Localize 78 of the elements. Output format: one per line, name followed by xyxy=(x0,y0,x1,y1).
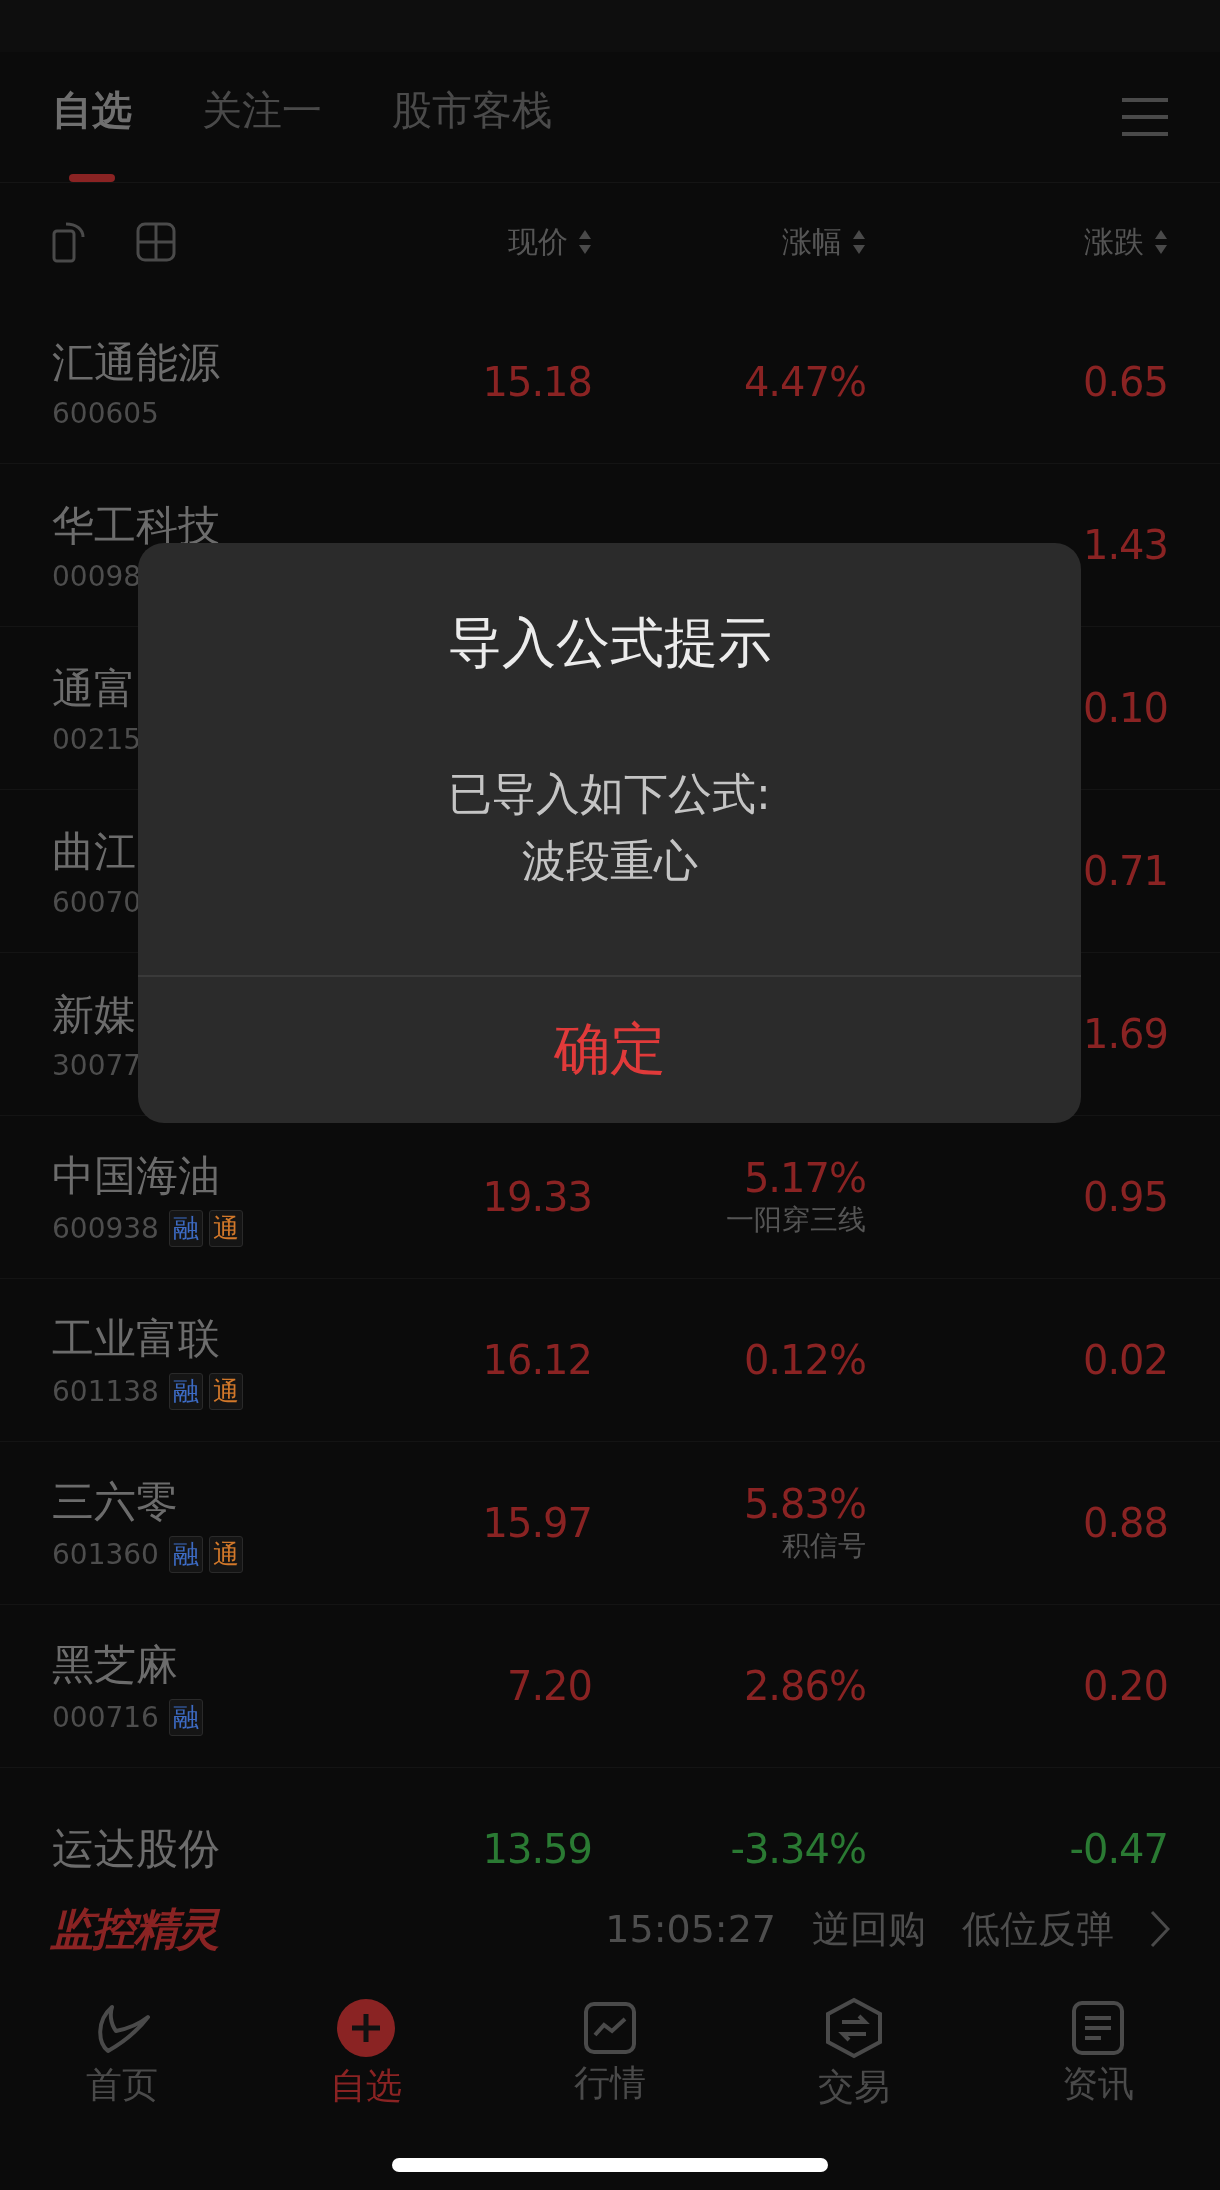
stock-name: 曲江 xyxy=(52,825,137,878)
signal-label: 一阳穿三线 xyxy=(726,1202,866,1238)
nav-tab[interactable]: 行情 xyxy=(574,2058,646,2108)
column-header[interactable]: 现价 xyxy=(508,221,568,263)
dialog-message: 已导入如下公式: xyxy=(448,766,771,821)
rotate-phone-icon[interactable] xyxy=(52,221,86,263)
tab[interactable]: 股市客栈 xyxy=(392,53,552,182)
stock-name: 三六零 xyxy=(52,1475,179,1528)
column-header[interactable]: 涨跌 xyxy=(1084,221,1144,263)
tag: 融 xyxy=(168,1209,203,1247)
chart-icon xyxy=(583,2000,637,2055)
change-percent: 5.17% xyxy=(743,1155,866,1201)
change-amount: 0.10 xyxy=(1082,685,1168,731)
stock-code: 000716 xyxy=(52,1700,159,1734)
tag: 融 xyxy=(168,1535,203,1573)
nav-tab[interactable]: 自选 xyxy=(330,2061,402,2111)
stock-name: 汇通能源 xyxy=(52,336,221,389)
stock-code: 600605 xyxy=(52,396,159,430)
stock-code: 601138 xyxy=(52,1374,159,1408)
stock-code: 600938 xyxy=(52,1211,159,1245)
change-amount: 0.65 xyxy=(1082,359,1168,405)
alert-label: 逆回购 xyxy=(812,1905,926,1953)
change-percent: 5.83% xyxy=(743,1481,866,1527)
change-amount: 1.69 xyxy=(1082,1011,1168,1057)
price: 16.12 xyxy=(482,1337,592,1383)
price: 7.20 xyxy=(506,1663,592,1709)
price: 15.97 xyxy=(482,1500,592,1546)
chevron-right-icon[interactable] xyxy=(1150,1910,1170,1948)
exchange-icon xyxy=(825,1996,883,2059)
change-percent: 2.86% xyxy=(743,1663,866,1709)
stock-code: 00215 xyxy=(52,722,142,756)
change-percent: 0.12% xyxy=(743,1337,866,1383)
tag: 通 xyxy=(208,1209,243,1247)
tag: 通 xyxy=(208,1535,243,1573)
document-icon xyxy=(1071,1999,1125,2056)
price: 19.33 xyxy=(482,1174,592,1220)
stock-code: 00098 xyxy=(52,559,142,593)
stock-name: 中国海油 xyxy=(52,1149,221,1202)
sort-icon xyxy=(852,228,866,256)
tab[interactable]: 关注一 xyxy=(202,53,322,182)
nav-tab[interactable]: 交易 xyxy=(818,2062,890,2112)
stock-name: 工业富联 xyxy=(52,1312,221,1365)
plus-circle-icon xyxy=(336,1997,396,2058)
tag: 融 xyxy=(168,1372,203,1410)
tag: 通 xyxy=(208,1372,243,1410)
alert-time: 15:05:27 xyxy=(605,1907,776,1951)
tag: 融 xyxy=(168,1698,203,1736)
menu-icon[interactable] xyxy=(1122,97,1168,137)
nav-tab[interactable]: 资讯 xyxy=(1062,2059,1134,2109)
nav-tab[interactable]: 首页 xyxy=(86,2060,158,2110)
alert-label: 低位反弹 xyxy=(962,1905,1114,1953)
stock-code: 601360 xyxy=(52,1537,159,1571)
stock-name: 黑芝麻 xyxy=(52,1638,179,1691)
change-percent: 4.47% xyxy=(743,359,866,405)
change-amount: 0.71 xyxy=(1082,848,1168,894)
sort-icon xyxy=(1154,228,1168,256)
change-amount: 0.20 xyxy=(1082,1663,1168,1709)
change-percent: -3.34% xyxy=(730,1826,866,1872)
stock-name: 新媒 xyxy=(52,988,137,1041)
column-header[interactable]: 涨幅 xyxy=(782,221,842,263)
confirm-button[interactable]: 确定 xyxy=(138,975,1081,1123)
tab[interactable]: 自选 xyxy=(52,53,132,182)
signal-label: 积信号 xyxy=(782,1528,866,1564)
price: 13.59 xyxy=(482,1826,592,1872)
dialog-title: 导入公式提示 xyxy=(446,610,773,676)
change-amount: 0.02 xyxy=(1082,1337,1168,1383)
change-amount: -0.47 xyxy=(1069,1826,1168,1872)
stock-name: 通富 xyxy=(52,662,137,715)
monitor-logo[interactable]: 监控精灵 xyxy=(50,1899,218,1959)
stock-name: 运达股份 xyxy=(52,1823,221,1875)
stock-code: 60070 xyxy=(52,885,142,919)
dialog-message: 波段重心 xyxy=(521,833,698,888)
change-amount: 0.88 xyxy=(1082,1500,1168,1546)
grid-icon[interactable] xyxy=(136,222,176,262)
sort-icon xyxy=(578,228,592,256)
change-amount: 0.95 xyxy=(1082,1174,1168,1220)
change-amount: 1.43 xyxy=(1082,522,1168,568)
price: 15.18 xyxy=(482,359,592,405)
